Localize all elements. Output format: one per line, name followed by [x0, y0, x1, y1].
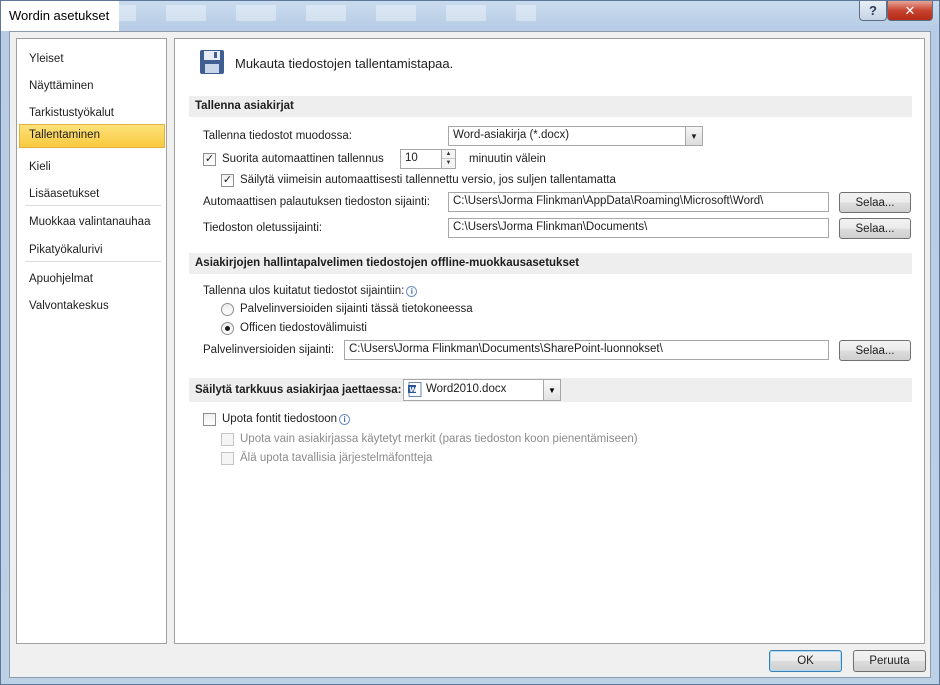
- chevron-down-icon[interactable]: ▼: [543, 380, 560, 400]
- chevron-down-icon[interactable]: ▼: [685, 127, 702, 145]
- save-format-label: Tallenna tiedostot muodossa:: [203, 130, 352, 142]
- sidebar-item-trust-center[interactable]: Valvontakeskus: [19, 295, 165, 319]
- browse-autorecover-button[interactable]: Selaa...: [839, 192, 911, 213]
- svg-text:W: W: [409, 386, 417, 394]
- default-location-input[interactable]: C:\Users\Jorma Flinkman\Documents\: [448, 218, 829, 238]
- checkout-location-text: Tallenna ulos kuitatut tiedostot sijaint…: [203, 285, 405, 297]
- fidelity-document-value: Word2010.docx: [426, 383, 507, 395]
- default-location-label: Tiedoston oletussijainti:: [203, 222, 323, 234]
- keep-last-version-label: Säilytä viimeisin automaattisesti tallen…: [240, 174, 616, 186]
- word-document-icon: W: [408, 382, 422, 397]
- ok-button[interactable]: OK: [769, 650, 842, 672]
- dialog-body: Yleiset Näyttäminen Tarkistustyökalut Ta…: [9, 31, 931, 678]
- embed-fonts-text: Upota fontit tiedostoon: [222, 413, 338, 425]
- autosave-minutes-input[interactable]: 10: [400, 149, 442, 169]
- radio-office-cache-label: Officen tiedostovälimuisti: [240, 322, 367, 334]
- keep-last-version-checkbox[interactable]: ✓: [221, 174, 234, 187]
- spin-down-icon[interactable]: ▼: [442, 159, 455, 168]
- settings-panel: Mukauta tiedostojen tallentamistapaa. Ta…: [174, 38, 925, 644]
- sidebar-item-display[interactable]: Näyttäminen: [19, 75, 165, 99]
- embed-fonts-label: Upota fontit tiedostoon i: [222, 413, 351, 425]
- radio-server-drafts-location[interactable]: [221, 303, 234, 316]
- sidebar-item-save[interactable]: Tallentaminen: [19, 124, 165, 148]
- cancel-button[interactable]: Peruuta: [853, 650, 926, 672]
- sidebar-item-quick-access-toolbar[interactable]: Pikatyökalurivi: [19, 239, 165, 263]
- title-bar: Wordin asetukset ? ✕: [1, 1, 939, 31]
- background-blur: [96, 5, 536, 21]
- sidebar-divider: [25, 261, 161, 262]
- sidebar-divider: [25, 205, 161, 206]
- info-icon[interactable]: i: [339, 414, 351, 425]
- server-drafts-location-input[interactable]: C:\Users\Jorma Flinkman\Documents\ShareP…: [344, 340, 829, 360]
- sidebar-item-advanced[interactable]: Lisäasetukset: [19, 183, 165, 207]
- section-header-offline-editing: Asiakirjojen hallintapalvelimen tiedosto…: [189, 253, 912, 274]
- autosave-checkbox[interactable]: ✓: [203, 153, 216, 166]
- autosave-minutes-spinner[interactable]: ▲ ▼: [442, 149, 456, 169]
- help-button[interactable]: ?: [859, 1, 887, 21]
- window-title: Wordin asetukset: [1, 1, 120, 31]
- sidebar-item-language[interactable]: Kieli: [19, 156, 165, 180]
- no-common-fonts-label: Älä upota tavallisia järjestelmäfontteja: [240, 452, 433, 464]
- sidebar-item-proofing[interactable]: Tarkistustyökalut: [19, 102, 165, 126]
- embed-used-chars-label: Upota vain asiakirjassa käytetyt merkit …: [240, 433, 638, 445]
- checkout-location-label: Tallenna ulos kuitatut tiedostot sijaint…: [203, 285, 418, 297]
- autorecover-location-input[interactable]: C:\Users\Jorma Flinkman\AppData\Roaming\…: [448, 192, 829, 212]
- info-icon[interactable]: i: [406, 286, 418, 297]
- no-common-fonts-checkbox[interactable]: [221, 452, 234, 465]
- radio-server-drafts-label: Palvelinversioiden sijainti tässä tietok…: [240, 303, 473, 315]
- close-button[interactable]: ✕: [887, 1, 933, 21]
- category-sidebar: Yleiset Näyttäminen Tarkistustyökalut Ta…: [16, 38, 167, 644]
- autosave-label: Suorita automaattinen tallennus: [222, 153, 384, 165]
- radio-office-document-cache[interactable]: [221, 322, 234, 335]
- sidebar-item-general[interactable]: Yleiset: [19, 48, 165, 72]
- embed-used-chars-checkbox[interactable]: [221, 433, 234, 446]
- server-drafts-location-label: Palvelinversioiden sijainti:: [203, 344, 335, 356]
- browse-default-location-button[interactable]: Selaa...: [839, 218, 911, 239]
- save-format-dropdown[interactable]: Word-asiakirja (*.docx) ▼: [448, 126, 703, 146]
- floppy-disk-icon: [200, 50, 224, 74]
- options-dialog: Wordin asetukset ? ✕ Yleiset Näyttäminen…: [0, 0, 940, 685]
- sidebar-item-add-ins[interactable]: Apuohjelmat: [19, 268, 165, 292]
- spin-up-icon[interactable]: ▲: [442, 150, 455, 159]
- save-format-value: Word-asiakirja (*.docx): [453, 129, 570, 141]
- autosave-suffix-label: minuutin välein: [469, 153, 546, 165]
- embed-fonts-checkbox[interactable]: [203, 413, 216, 426]
- section-header-save-documents: Tallenna asiakirjat: [189, 96, 912, 117]
- page-title: Mukauta tiedostojen tallentamistapaa.: [235, 56, 454, 71]
- fidelity-document-dropdown[interactable]: W Word2010.docx ▼: [403, 379, 561, 401]
- sidebar-item-customize-ribbon[interactable]: Muokkaa valintanauhaa: [19, 211, 165, 235]
- autorecover-location-label: Automaattisen palautuksen tiedoston sija…: [203, 196, 430, 208]
- browse-server-drafts-button[interactable]: Selaa...: [839, 340, 911, 361]
